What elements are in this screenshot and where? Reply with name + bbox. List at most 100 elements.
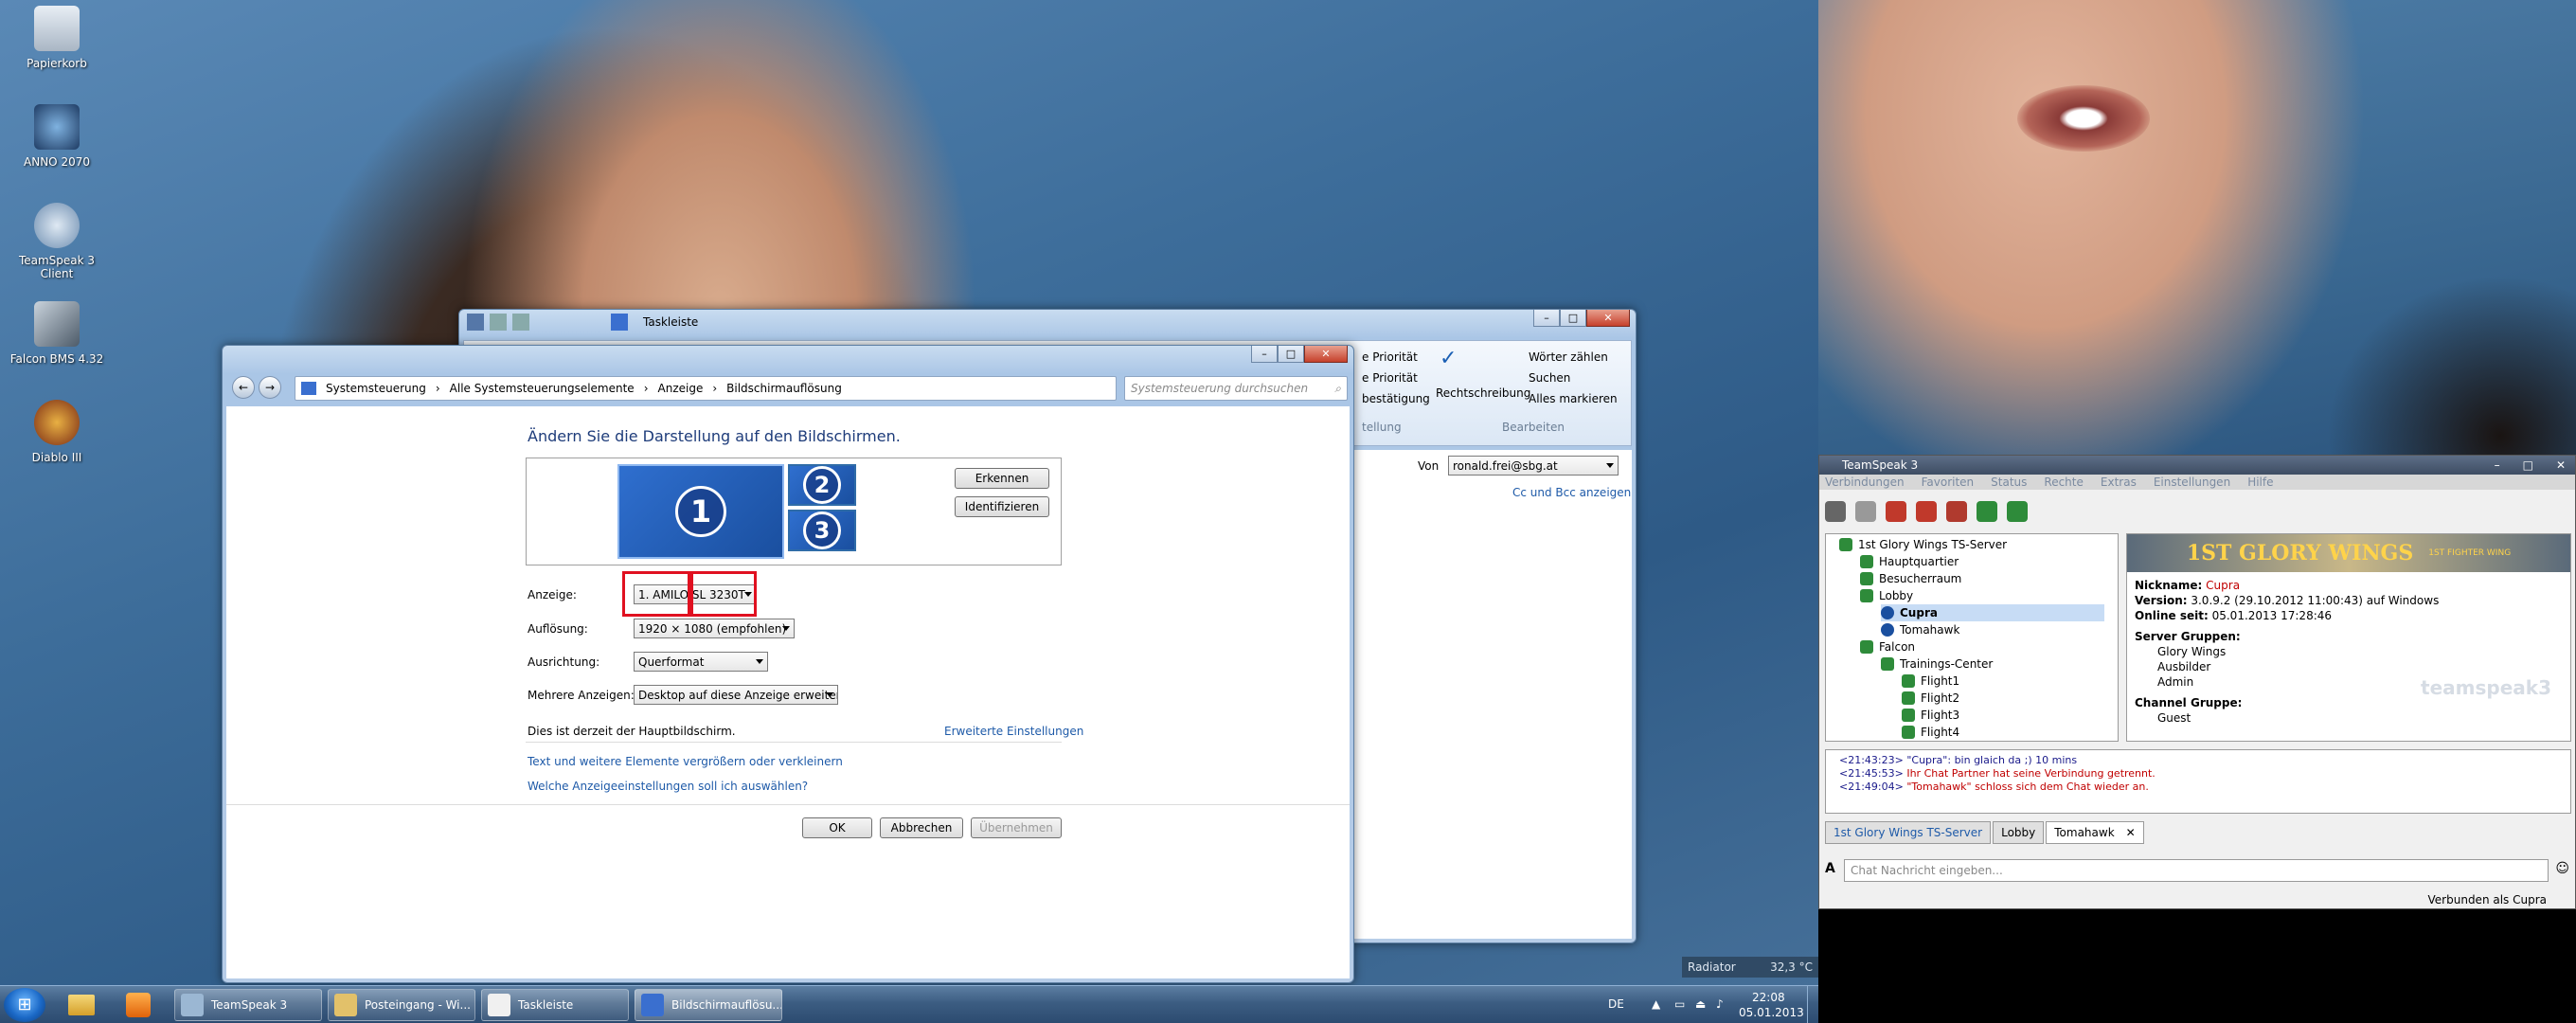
taskbar-item-taskleiste[interactable]: Taskleiste: [481, 989, 629, 1021]
temperature-gadget[interactable]: Radiator 32,3 °C: [1682, 957, 1818, 978]
monitor-1[interactable]: 1: [617, 464, 784, 559]
monitor-3[interactable]: 3: [788, 510, 856, 551]
explorer-pin[interactable]: [59, 989, 104, 1021]
minimize-button[interactable]: –: [2495, 458, 2500, 472]
text-size-link[interactable]: Text und weitere Elemente vergrößern ode…: [528, 755, 843, 768]
channel-node[interactable]: Besucherraum: [1860, 570, 1961, 587]
volume-icon[interactable]: ♪: [1716, 997, 1724, 1011]
close-button[interactable]: ✕: [1586, 310, 1630, 327]
channel-node[interactable]: Trainings-Center: [1881, 655, 1993, 673]
teamspeak-window[interactable]: TeamSpeak 3 – □ ✕ Verbindungen Favoriten S…: [1818, 455, 2576, 909]
undo-icon[interactable]: [490, 314, 507, 331]
usb-icon[interactable]: ⏏: [1695, 997, 1706, 1011]
cancel-button[interactable]: Abbrechen: [880, 817, 963, 838]
channel-node[interactable]: Flight4: [1902, 724, 1959, 741]
network-icon[interactable]: ▭: [1674, 997, 1685, 1011]
media-player-pin[interactable]: [116, 989, 161, 1021]
menu-favorites[interactable]: Favoriten: [1922, 476, 1975, 489]
menu-help[interactable]: Hilfe: [2247, 476, 2273, 489]
channel-node[interactable]: Hauptquartier: [1860, 553, 1959, 570]
display-settings-window[interactable]: – □ ✕ ← → Systemsteuerung › Alle Systemsteu…: [222, 345, 1354, 983]
menu-permissions[interactable]: Rechte: [2044, 476, 2083, 489]
breadcrumb-item[interactable]: Bildschirmauflösung: [726, 382, 842, 395]
save-icon[interactable]: [467, 314, 484, 331]
tab-server[interactable]: 1st Glory Wings TS-Server: [1825, 821, 1992, 844]
search-button[interactable]: Suchen: [1529, 371, 1570, 385]
channel-node[interactable]: Flight3: [1902, 707, 1959, 724]
tab-lobby[interactable]: Lobby: [1993, 821, 2045, 844]
text-format-icon[interactable]: A: [1825, 861, 1835, 876]
channel-tree[interactable]: 1st Glory Wings TS-Server Hauptquartier Be…: [1825, 533, 2119, 742]
detect-button[interactable]: Erkennen: [955, 468, 1049, 489]
mute-speaker-icon[interactable]: [1916, 501, 1937, 522]
word-count-button[interactable]: Wörter zählen: [1529, 350, 1608, 364]
bookmark-icon[interactable]: [1855, 501, 1876, 522]
close-button[interactable]: ✕: [2556, 458, 2566, 472]
channel-node[interactable]: Flight2: [1902, 690, 1959, 707]
multiple-displays-select[interactable]: Desktop auf diese Anzeige erweitern: [634, 685, 838, 705]
taskbar-item-teamspeak[interactable]: TeamSpeak 3: [174, 989, 322, 1021]
flag-icon[interactable]: ▲: [1652, 997, 1660, 1011]
ribbon-priority-high[interactable]: e Priorität: [1362, 350, 1418, 364]
away-icon[interactable]: [1946, 501, 1967, 522]
show-cc-bcc-link[interactable]: Cc und Bcc anzeigen: [1512, 486, 1631, 499]
desktop-icon-falcon-bms[interactable]: Falcon BMS 4.32: [8, 301, 106, 366]
show-desktop-button[interactable]: [1807, 986, 1818, 1023]
start-button[interactable]: ⊞: [4, 988, 45, 1022]
minimize-button[interactable]: –: [1533, 310, 1560, 327]
ok-button[interactable]: OK: [802, 817, 872, 838]
monitor-2[interactable]: 2: [788, 464, 856, 506]
channel-node[interactable]: Lobby: [1860, 587, 1913, 604]
clock-date[interactable]: 05.01.2013: [1739, 1006, 1804, 1019]
desktop-icon-anno-2070[interactable]: ANNO 2070: [8, 104, 106, 169]
ribbon-priority-low[interactable]: e Priorität: [1362, 371, 1418, 385]
breadcrumb-item[interactable]: Alle Systemsteuerungselemente: [450, 382, 635, 395]
chat-input[interactable]: Chat Nachricht eingeben...: [1844, 859, 2549, 882]
breadcrumb-item[interactable]: Systemsteuerung: [326, 382, 426, 395]
menu-settings[interactable]: Einstellungen: [2154, 476, 2230, 489]
search-input[interactable]: Systemsteuerung durchsuchen ⌕: [1124, 376, 1348, 401]
spellcheck-button[interactable]: Rechtschreibung: [1436, 386, 1530, 400]
emoticon-icon[interactable]: ☺: [2555, 861, 2569, 876]
contacts-icon[interactable]: [2007, 501, 2028, 522]
from-select[interactable]: ronald.frei@sbg.at: [1448, 456, 1619, 476]
forward-arrow-icon[interactable]: →: [259, 376, 281, 399]
mute-mic-icon[interactable]: [1886, 501, 1906, 522]
minimize-button[interactable]: –: [1251, 346, 1278, 363]
menu-status[interactable]: Status: [1991, 476, 2027, 489]
breadcrumb[interactable]: Systemsteuerung › Alle Systemsteuerungsel…: [295, 376, 1117, 401]
identify-button[interactable]: Identifizieren: [955, 496, 1049, 517]
apply-button[interactable]: Übernehmen: [971, 817, 1062, 838]
advanced-settings-link[interactable]: Erweiterte Einstellungen: [944, 725, 1083, 738]
menu-connections[interactable]: Verbindungen: [1825, 476, 1905, 489]
maximize-button[interactable]: □: [2523, 458, 2533, 472]
select-all-button[interactable]: Alles markieren: [1529, 392, 1618, 405]
language-indicator[interactable]: DE: [1608, 997, 1624, 1011]
orientation-select[interactable]: Querformat: [634, 652, 768, 672]
menu-extras[interactable]: Extras: [2101, 476, 2137, 489]
redo-icon[interactable]: [512, 314, 529, 331]
client-node[interactable]: Tomahawk: [1881, 621, 1959, 638]
maximize-button[interactable]: □: [1278, 346, 1304, 363]
arrow-down-icon[interactable]: [611, 314, 628, 331]
server-node[interactable]: 1st Glory Wings TS-Server: [1839, 536, 2007, 553]
capture-icon[interactable]: [1977, 501, 1997, 522]
connect-icon[interactable]: [1825, 501, 1846, 522]
taskbar-item-inbox[interactable]: Posteingang - Wi...: [328, 989, 475, 1021]
channel-node[interactable]: Flight1: [1902, 673, 1959, 690]
resolution-select[interactable]: 1920 × 1080 (empfohlen): [634, 619, 795, 638]
desktop-icon-diablo[interactable]: Diablo III: [8, 400, 106, 464]
channel-node[interactable]: Falcon: [1860, 638, 1915, 655]
taskbar-item-display[interactable]: Bildschirmauflösu...: [635, 989, 782, 1021]
clock-time[interactable]: 22:08: [1752, 991, 1785, 1004]
monitor-arrangement[interactable]: 1 2 3 Erkennen Identifizieren: [526, 458, 1062, 565]
ribbon-confirm[interactable]: bestätigung: [1362, 392, 1430, 405]
back-arrow-icon[interactable]: ←: [232, 376, 255, 399]
tab-tomahawk[interactable]: Tomahawk ✕: [2046, 821, 2144, 844]
client-node[interactable]: Cupra: [1881, 604, 2104, 621]
breadcrumb-item[interactable]: Anzeige: [658, 382, 704, 395]
maximize-button[interactable]: □: [1560, 310, 1586, 327]
desktop-icon-teamspeak[interactable]: TeamSpeak 3 Client: [8, 203, 106, 280]
close-icon[interactable]: ✕: [2126, 826, 2136, 839]
close-button[interactable]: ✕: [1304, 346, 1348, 363]
